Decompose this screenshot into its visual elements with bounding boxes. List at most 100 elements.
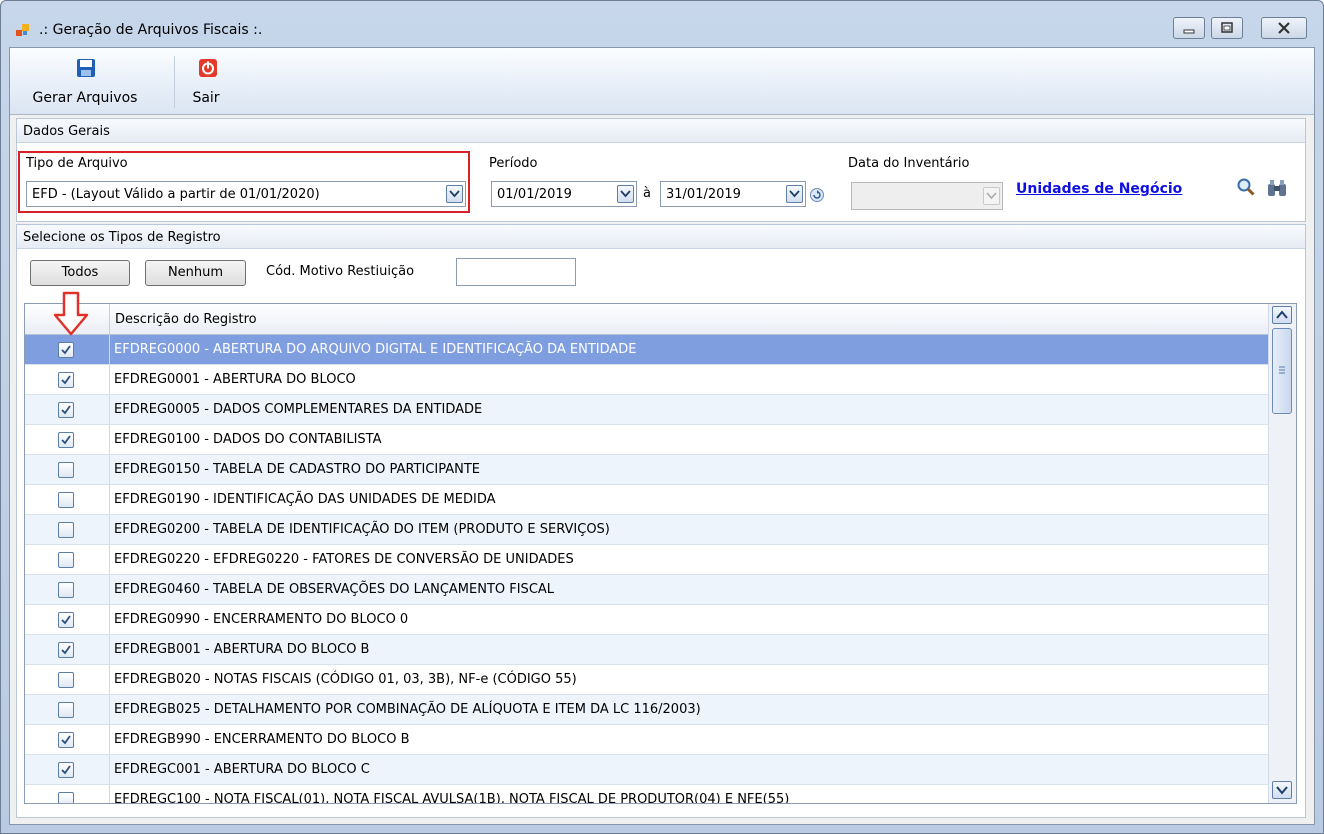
period-start-calendar-button[interactable] — [617, 185, 634, 203]
record-checkbox[interactable] — [58, 612, 74, 628]
period-end-calendar-button[interactable] — [786, 185, 803, 203]
record-checkbox[interactable] — [58, 432, 74, 448]
minimize-icon — [1183, 29, 1195, 34]
grid-vertical-scrollbar[interactable] — [1268, 304, 1296, 803]
toolbar: Gerar Arquivos Sair — [10, 48, 1314, 115]
record-description: EFDREG0190 - IDENTIFICAÇÃO DAS UNIDADES … — [114, 492, 496, 507]
checkbox-cell — [25, 365, 110, 394]
checkmark-icon — [61, 405, 71, 415]
record-checkbox[interactable] — [58, 642, 74, 658]
record-checkbox[interactable] — [58, 522, 74, 538]
table-row[interactable]: EFDREG0190 - IDENTIFICAÇÃO DAS UNIDADES … — [25, 485, 1268, 515]
checkbox-cell — [25, 335, 110, 364]
reason-code-input[interactable] — [456, 258, 576, 286]
record-checkbox[interactable] — [58, 582, 74, 598]
inventory-date-select[interactable] — [851, 182, 1003, 210]
period-start-date[interactable]: 01/01/2019 — [491, 181, 637, 207]
record-description: EFDREG0000 - ABERTURA DO ARQUIVO DIGITAL… — [114, 342, 637, 357]
record-checkbox[interactable] — [58, 492, 74, 508]
select-all-button[interactable]: Todos — [30, 260, 130, 286]
chevron-down-icon — [986, 192, 997, 200]
checkmark-icon — [61, 645, 71, 655]
scroll-down-button[interactable] — [1272, 781, 1292, 799]
record-description: EFDREGB025 - DETALHAMENTO POR COMBINAÇÃO… — [114, 702, 701, 717]
search-icon[interactable] — [1236, 177, 1256, 197]
select-none-button[interactable]: Nenhum — [145, 260, 246, 286]
refresh-icon[interactable] — [809, 187, 825, 203]
table-row[interactable]: EFDREGC100 - NOTA FISCAL(01), NOTA FISCA… — [25, 785, 1268, 804]
period-label: Período — [489, 156, 538, 171]
scroll-thumb[interactable] — [1272, 328, 1292, 414]
checkbox-cell — [25, 575, 110, 604]
minimize-button[interactable] — [1173, 17, 1205, 39]
description-column-header[interactable]: Descrição do Registro — [115, 312, 257, 327]
generate-files-button[interactable]: Gerar Arquivos — [10, 48, 160, 114]
chevron-down-icon — [620, 190, 631, 198]
record-description: EFDREG0150 - TABELA DE CADASTRO DO PARTI… — [114, 462, 481, 477]
table-row[interactable]: EFDREGB990 - ENCERRAMENTO DO BLOCO B — [25, 725, 1268, 755]
table-row[interactable]: EFDREG0990 - ENCERRAMENTO DO BLOCO 0 — [25, 605, 1268, 635]
table-row[interactable]: EFDREG0000 - ABERTURA DO ARQUIVO DIGITAL… — [25, 335, 1268, 365]
period-start-value: 01/01/2019 — [497, 187, 572, 202]
table-row[interactable]: EFDREG0460 - TABELA DE OBSERVAÇÕES DO LA… — [25, 575, 1268, 605]
checkbox-cell — [25, 455, 110, 484]
table-row[interactable]: EFDREG0100 - DADOS DO CONTABILISTA — [25, 425, 1268, 455]
table-row[interactable]: EFDREG0150 - TABELA DE CADASTRO DO PARTI… — [25, 455, 1268, 485]
checkmark-icon — [61, 735, 71, 745]
record-types-header: Selecione os Tipos de Registro — [17, 225, 1305, 249]
record-checkbox[interactable] — [58, 702, 74, 718]
record-description: EFDREGB020 - NOTAS FISCAIS (CÓDIGO 01, 0… — [114, 672, 577, 687]
table-row[interactable]: EFDREGB020 - NOTAS FISCAIS (CÓDIGO 01, 0… — [25, 665, 1268, 695]
record-checkbox[interactable] — [58, 792, 74, 803]
record-description: EFDREGB001 - ABERTURA DO BLOCO B — [114, 642, 370, 657]
record-description: EFDREG0100 - DADOS DO CONTABILISTA — [114, 432, 382, 447]
table-row[interactable]: EFDREGB025 - DETALHAMENTO POR COMBINAÇÃO… — [25, 695, 1268, 725]
record-description: EFDREG0200 - TABELA DE IDENTIFICAÇÃO DO … — [114, 522, 610, 537]
record-description: EFDREG0460 - TABELA DE OBSERVAÇÕES DO LA… — [114, 582, 555, 597]
title-bar: .: Geração de Arquivos Fiscais :. — [1, 1, 1323, 47]
record-description: EFDREG0005 - DADOS COMPLEMENTARES DA ENT… — [114, 402, 483, 417]
checkmark-icon — [61, 765, 71, 775]
record-checkbox[interactable] — [58, 462, 74, 478]
power-icon — [199, 59, 217, 77]
record-checkbox[interactable] — [58, 762, 74, 778]
table-row[interactable]: EFDREG0200 - TABELA DE IDENTIFICAÇÃO DO … — [25, 515, 1268, 545]
business-units-link[interactable]: Unidades de Negócio — [1016, 181, 1182, 197]
record-checkbox[interactable] — [58, 402, 74, 418]
table-row[interactable]: EFDREG0005 - DADOS COMPLEMENTARES DA ENT… — [25, 395, 1268, 425]
checkmark-icon — [61, 375, 71, 385]
table-row[interactable]: EFDREG0001 - ABERTURA DO BLOCO — [25, 365, 1268, 395]
checkbox-cell — [25, 485, 110, 514]
checkbox-cell — [25, 755, 110, 784]
record-checkbox[interactable] — [58, 552, 74, 568]
record-checkbox[interactable] — [58, 732, 74, 748]
period-end-date[interactable]: 31/01/2019 — [660, 181, 806, 207]
checkbox-cell — [25, 395, 110, 424]
window-title: .: Geração de Arquivos Fiscais :. — [39, 22, 263, 38]
records-grid: Descrição do Registro EFDREG0000 - ABERT… — [24, 303, 1297, 804]
period-end-value: 31/01/2019 — [666, 187, 741, 202]
binoculars-icon[interactable] — [1266, 177, 1288, 199]
exit-button[interactable]: Sair — [182, 48, 230, 114]
chevron-down-icon — [1276, 786, 1288, 795]
table-row[interactable]: EFDREGC001 - ABERTURA DO BLOCO C — [25, 755, 1268, 785]
checkbox-cell — [25, 515, 110, 544]
table-row[interactable]: EFDREGB001 - ABERTURA DO BLOCO B — [25, 635, 1268, 665]
checkmark-icon — [61, 615, 71, 625]
arrow-down-indicator-icon — [53, 291, 89, 336]
close-button[interactable] — [1261, 17, 1307, 39]
record-checkbox[interactable] — [58, 372, 74, 388]
chevron-down-icon — [789, 190, 800, 198]
maximize-button[interactable] — [1211, 17, 1243, 39]
maximize-icon — [1221, 22, 1233, 33]
grip-icon — [1279, 366, 1285, 374]
checkbox-cell — [25, 665, 110, 694]
record-description: EFDREGC100 - NOTA FISCAL(01), NOTA FISCA… — [114, 792, 790, 804]
checkbox-cell — [25, 695, 110, 724]
scroll-up-button[interactable] — [1272, 306, 1292, 324]
table-row[interactable]: EFDREG0220 - EFDREG0220 - FATORES DE CON… — [25, 545, 1268, 575]
inventory-date-dropdown-button[interactable] — [983, 187, 1000, 205]
record-checkbox[interactable] — [58, 672, 74, 688]
checkbox-cell — [25, 425, 110, 454]
record-checkbox[interactable] — [58, 342, 74, 358]
